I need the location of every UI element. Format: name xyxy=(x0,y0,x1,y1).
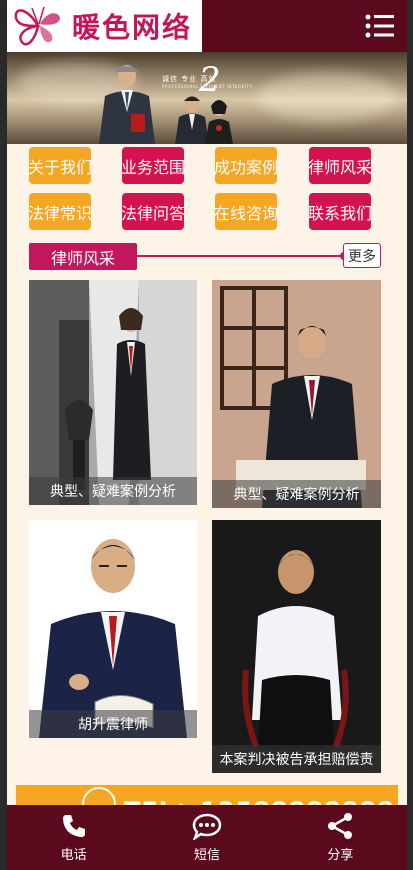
butterfly-logo-icon xyxy=(14,6,60,46)
nav-legal-knowledge[interactable]: 法律常识 xyxy=(28,193,92,230)
phone-icon xyxy=(62,815,85,837)
sms-icon xyxy=(192,813,222,840)
menu-icon[interactable] xyxy=(365,13,395,39)
lawyer-card[interactable]: 胡升震律师 xyxy=(29,520,197,738)
nav-cases[interactable]: 成功案例 xyxy=(214,147,278,184)
bottom-bar: 电话 短信 分享 xyxy=(7,805,407,870)
more-button[interactable]: 更多 xyxy=(343,243,381,268)
header: 暖色网络 xyxy=(7,0,407,52)
nav-about[interactable]: 关于我们 xyxy=(28,147,92,184)
nav-online-consult[interactable]: 在线咨询 xyxy=(214,193,278,230)
bottom-bar-call[interactable]: 电话 xyxy=(7,805,140,870)
lawyer-photo xyxy=(212,280,381,508)
lawyer-photo xyxy=(29,280,197,505)
bottom-bar-share[interactable]: 分享 xyxy=(274,805,407,870)
bottom-bar-call-label: 电话 xyxy=(60,848,87,863)
nav-lawyers[interactable]: 律师风采 xyxy=(308,147,372,184)
section-divider xyxy=(117,255,345,257)
logo-text: 暖色网络 xyxy=(72,11,193,44)
hero-banner[interactable]: 诚信 专业 高效 PROFESSIONAL EFFICIENT INTEGRIT… xyxy=(7,52,407,144)
share-icon xyxy=(328,813,353,839)
page: 暖色网络 诚信 专业 高效 PROFESSIONAL EFFICIENT INT… xyxy=(7,0,407,870)
logo[interactable]: 暖色网络 xyxy=(7,0,202,52)
bottom-bar-sms-label: 短信 xyxy=(193,848,220,863)
nav-legal-qa[interactable]: 法律问答 xyxy=(121,193,185,230)
lawyer-card[interactable]: 本案判决被告承担赔偿责 xyxy=(212,520,381,773)
nav-contact[interactable]: 联系我们 xyxy=(308,193,372,230)
card-caption: 典型、疑难案例分析 xyxy=(29,477,197,505)
lawyer-card[interactable]: 典型、疑难案例分析 xyxy=(212,280,381,508)
lawyer-photo xyxy=(212,520,381,773)
lawyer-card[interactable]: 典型、疑难案例分析 xyxy=(29,280,197,505)
card-caption: 胡升震律师 xyxy=(29,710,197,738)
bottom-bar-sms[interactable]: 短信 xyxy=(140,805,273,870)
section-title: 律师风采 xyxy=(29,243,137,270)
lawyer-photo xyxy=(29,520,197,738)
banner-number: 2 xyxy=(199,60,221,100)
card-caption: 典型、疑难案例分析 xyxy=(212,480,381,508)
nav-business[interactable]: 业务范围 xyxy=(121,147,185,184)
bottom-bar-share-label: 分享 xyxy=(327,848,354,863)
card-caption: 本案判决被告承担赔偿责 xyxy=(212,745,381,773)
